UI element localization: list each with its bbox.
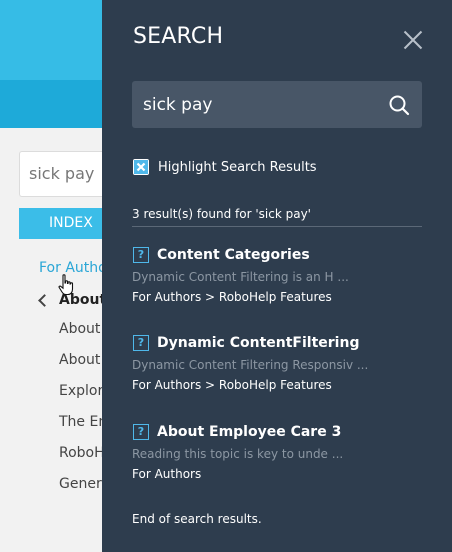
search-result: ? Content Categories Dynamic Content Fil…: [132, 245, 432, 305]
result-snippet: Dynamic Content Filtering Responsiv ...: [132, 358, 369, 372]
result-path[interactable]: For Authors: [132, 466, 432, 482]
help-topic-icon: ?: [133, 424, 149, 440]
highlight-label: Highlight Search Results: [158, 159, 317, 175]
hand-pointer-cursor-icon: [58, 274, 74, 296]
result-link[interactable]: ? About Employee Care 3: [132, 422, 432, 442]
result-path[interactable]: For Authors > RoboHelp Features: [132, 289, 432, 305]
chevron-left-icon: [38, 293, 51, 307]
result-link[interactable]: ? Dynamic ContentFiltering: [132, 333, 432, 353]
check-x-icon: [134, 160, 148, 174]
search-box: [132, 81, 422, 128]
toc-item[interactable]: The En: [59, 414, 107, 430]
panel-title: SEARCH: [133, 24, 224, 49]
toc-item[interactable]: RoboH: [59, 445, 105, 461]
results-summary: 3 result(s) found for 'sick pay': [132, 207, 311, 221]
divider: [132, 226, 422, 227]
search-icon[interactable]: [388, 94, 410, 116]
end-of-results: End of search results.: [132, 512, 262, 526]
toc-item[interactable]: About: [59, 352, 100, 368]
highlight-checkbox[interactable]: [133, 159, 149, 175]
search-result: ? Dynamic ContentFiltering Dynamic Conte…: [132, 333, 432, 393]
search-result: ? About Employee Care 3 Reading this top…: [132, 422, 432, 482]
help-topic-icon: ?: [133, 247, 149, 263]
search-panel: SEARCH Highlight Search Results 3 result…: [102, 0, 452, 552]
result-snippet: Dynamic Content Filtering is an H ...: [132, 270, 349, 284]
help-topic-icon: ?: [133, 335, 149, 351]
header-bar-top: [0, 0, 110, 80]
result-title[interactable]: Dynamic ContentFiltering: [157, 335, 359, 351]
highlight-results-toggle[interactable]: Highlight Search Results: [133, 158, 317, 176]
toc-item[interactable]: About: [59, 321, 100, 337]
result-snippet: Reading this topic is key to unde ...: [132, 447, 344, 461]
result-path[interactable]: For Authors > RoboHelp Features: [132, 377, 432, 393]
toc-item[interactable]: Explor: [59, 383, 103, 399]
result-title[interactable]: Content Categories: [157, 247, 310, 263]
result-title[interactable]: About Employee Care 3: [157, 424, 341, 440]
result-link[interactable]: ? Content Categories: [132, 245, 432, 265]
close-icon[interactable]: [404, 31, 422, 49]
header-bar-bottom: [0, 80, 110, 128]
search-input[interactable]: [132, 81, 382, 128]
